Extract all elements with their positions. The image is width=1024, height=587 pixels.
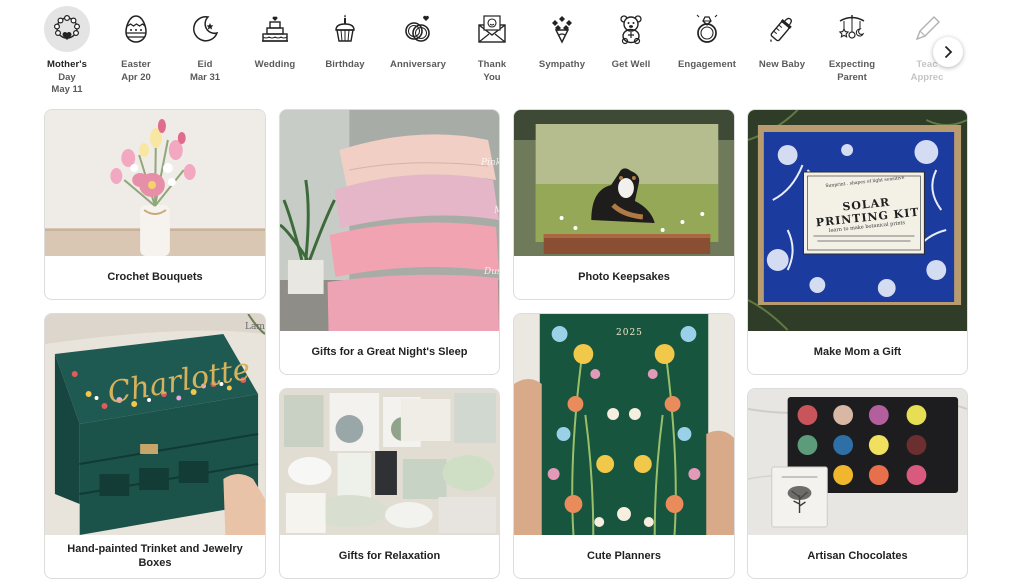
occasion-label: Mother's xyxy=(46,59,87,70)
category-card-sleep-gifts[interactable]: Pink M Dus Gifts for a Great Night's Sle… xyxy=(279,109,500,375)
occasion-engagement[interactable]: Engagement xyxy=(672,4,742,72)
card-image xyxy=(514,314,734,535)
card-title-line: Boxes xyxy=(138,556,172,569)
card-title: Gifts for Relaxation xyxy=(338,549,441,562)
occasion-label: Sympathy xyxy=(538,59,586,70)
occasion-sympathy[interactable]: Sympathy xyxy=(527,4,597,72)
card-image xyxy=(748,389,967,535)
envelope-heart-icon xyxy=(478,15,506,43)
category-card-artisan-chocolates[interactable]: Artisan Chocolates xyxy=(747,388,968,579)
card-image xyxy=(45,314,265,535)
photo-overlay-text: Dus xyxy=(484,267,500,277)
occasion-label: Wedding xyxy=(254,59,296,70)
occasion-date: Mar 31 xyxy=(189,71,221,83)
card-image xyxy=(280,389,499,535)
baby-mobile-icon xyxy=(838,15,865,39)
occasion-expecting-parent[interactable]: Expecting Parent xyxy=(817,4,887,84)
card-image xyxy=(514,110,734,256)
category-card-photo-keepsakes[interactable]: Photo Keepsakes xyxy=(513,109,735,300)
occasion-eid[interactable]: Eid Mar 31 xyxy=(170,4,240,84)
category-card-cute-planners[interactable]: 2025 Cute Planners xyxy=(513,313,735,579)
teddy-bear-icon xyxy=(620,15,642,45)
occasion-label: Birthday xyxy=(325,59,365,70)
occasion-birthday[interactable]: Birthday xyxy=(310,4,380,72)
occasion-date: Apr 20 xyxy=(121,71,151,83)
occasion-label: Easter xyxy=(121,59,151,70)
chevron-right-icon xyxy=(944,45,953,59)
active-underline xyxy=(45,99,89,100)
occasion-get-well[interactable]: Get Well xyxy=(596,4,666,72)
photo-overlay-text: M xyxy=(494,206,499,216)
occasion-easter[interactable]: Easter Apr 20 xyxy=(101,4,171,84)
occasion-wedding[interactable]: Wedding xyxy=(240,4,310,72)
occasion-label: Expecting xyxy=(828,59,876,70)
category-card-crochet-bouquets[interactable]: Crochet Bouquets xyxy=(44,109,266,300)
occasion-anniversary[interactable]: Anniversary xyxy=(383,4,453,72)
pearl-necklace-icon xyxy=(53,14,81,40)
card-title: Artisan Chocolates xyxy=(807,549,908,562)
occasion-new-baby[interactable]: New Baby xyxy=(747,4,817,72)
occasion-date: May 11 xyxy=(51,84,83,95)
wedding-cake-icon xyxy=(262,16,288,42)
baby-bottle-icon xyxy=(770,17,792,42)
occasion-mothers-day[interactable]: Mother's Day May 11 xyxy=(34,4,102,100)
card-title: Crochet Bouquets xyxy=(107,270,203,283)
photo-overlay-text: Lamo xyxy=(245,322,265,332)
occasion-thank-you[interactable]: Thank You xyxy=(457,4,527,84)
card-title: Gifts for a Great Night's Sleep xyxy=(311,345,468,358)
birthday-cupcake-icon xyxy=(335,14,355,42)
card-title-line: Hand-painted Trinket and Jewelry xyxy=(67,542,243,555)
card-title: Photo Keepsakes xyxy=(578,270,670,283)
card-title: Hand-painted Trinket and Jewelry Boxes xyxy=(45,533,265,578)
category-card-jewelry-boxes[interactable]: Lamo Charlotte Hand-painted Trinket and … xyxy=(44,313,266,579)
easter-egg-icon xyxy=(125,15,147,43)
occasion-label: You xyxy=(483,71,501,83)
category-card-make-mom-a-gift[interactable]: Sunprint . shapes of light sensitive SOL… xyxy=(747,109,968,375)
occasion-label: New Baby xyxy=(758,59,806,70)
card-image xyxy=(280,110,499,331)
crescent-moon-icon xyxy=(193,16,219,42)
occasion-label: Parent xyxy=(837,71,867,83)
card-image xyxy=(45,110,265,256)
occasion-strip: Mother's Day May 11 Easter Apr 20 Eid Ma… xyxy=(34,4,969,100)
occasion-label: Apprec xyxy=(910,71,944,83)
photo-overlay-text: Pink xyxy=(481,158,500,168)
planner-year: 2025 xyxy=(616,328,643,338)
card-title: Cute Planners xyxy=(587,549,661,562)
occasion-label: Thank xyxy=(477,59,507,70)
occasion-label: Eid xyxy=(197,59,213,70)
occasion-label: Day xyxy=(58,71,76,83)
scroll-next-button[interactable] xyxy=(933,37,963,67)
flower-bouquet-icon xyxy=(552,16,572,44)
rings-icon xyxy=(405,15,430,42)
occasion-label: Anniversary xyxy=(389,59,447,70)
occasion-label: Get Well xyxy=(611,59,651,70)
card-title: Make Mom a Gift xyxy=(813,345,902,358)
occasion-label: Engagement xyxy=(677,59,736,70)
category-card-relaxation-gifts[interactable]: Gifts for Relaxation xyxy=(279,388,500,579)
engagement-ring-icon xyxy=(696,14,718,43)
